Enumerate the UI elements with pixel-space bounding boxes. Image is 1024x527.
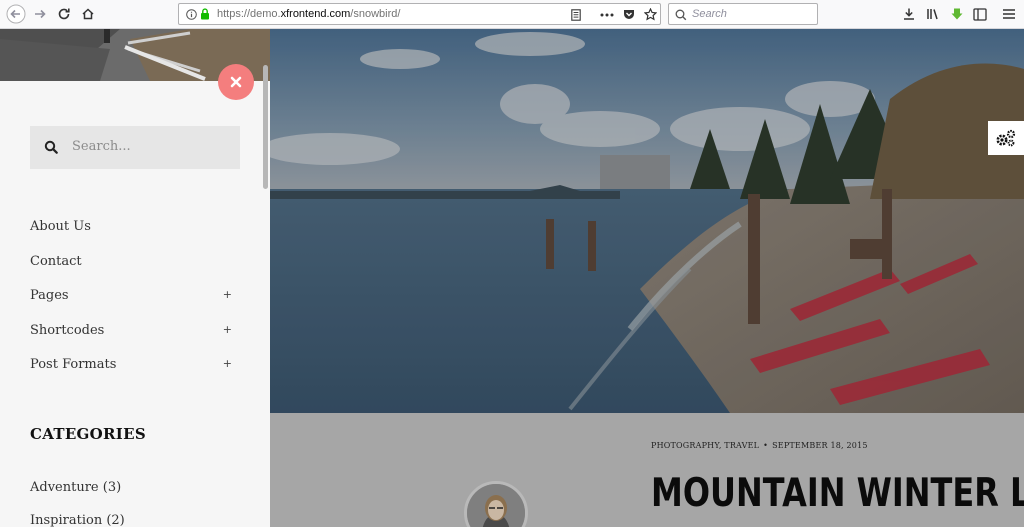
menu-item-post-formats[interactable]: Post Formats +	[30, 355, 240, 390]
home-icon	[82, 8, 94, 20]
reload-icon	[58, 8, 70, 20]
reader-view-icon[interactable]	[571, 9, 581, 21]
menu-item-pages[interactable]: Pages +	[30, 286, 240, 321]
menu-item-shortcodes[interactable]: Shortcodes +	[30, 321, 240, 356]
back-arrow-icon	[6, 4, 26, 24]
sidebar-search-input[interactable]: Search...	[30, 126, 240, 169]
home-button[interactable]	[77, 3, 99, 25]
expand-icon[interactable]: +	[223, 323, 232, 336]
category-item-inspiration[interactable]: Inspiration (2)	[30, 513, 125, 527]
expand-icon[interactable]: +	[223, 357, 232, 370]
library-icon	[927, 9, 938, 20]
category-item-adventure[interactable]: Adventure (3)	[30, 480, 125, 513]
web-page: PHOTOGRAPHY, TRAVEL • SEPTEMBER 18, 2015 M…	[0, 29, 1024, 527]
browser-search-bar[interactable]: Search	[668, 3, 818, 25]
reload-button[interactable]	[53, 3, 75, 25]
menu-item-label[interactable]: Shortcodes	[30, 323, 104, 338]
addon-download-icon	[951, 8, 963, 20]
sidebar-toggle-button[interactable]	[969, 3, 991, 25]
menu-item-label[interactable]: About Us	[30, 219, 91, 234]
page-actions-icon[interactable]	[600, 13, 614, 17]
author-avatar[interactable]	[464, 481, 528, 527]
menu-item-contact[interactable]: Contact	[30, 252, 240, 287]
browser-toolbar: https://demo.xfrontend.com/snowbird/ Sea…	[0, 0, 1024, 29]
info-icon	[186, 9, 197, 20]
lock-icon	[201, 8, 209, 20]
search-icon	[44, 140, 58, 154]
forward-arrow-icon	[35, 9, 46, 19]
menu-button[interactable]	[998, 3, 1020, 25]
hamburger-menu-icon	[1003, 9, 1015, 19]
forward-button[interactable]	[29, 3, 51, 25]
close-icon	[230, 76, 242, 88]
menu-item-label[interactable]: Contact	[30, 254, 82, 269]
url-domain: xfrontend.com	[280, 8, 351, 20]
pocket-icon[interactable]	[623, 9, 635, 20]
url-prefix: https://demo.	[217, 8, 281, 20]
menu-item-label[interactable]: Post Formats	[30, 357, 116, 372]
beach-photo	[270, 29, 1024, 413]
post-date[interactable]: SEPTEMBER 18, 2015	[772, 441, 868, 450]
expand-icon[interactable]: +	[223, 288, 232, 301]
hero-image	[270, 29, 1024, 413]
search-icon	[675, 9, 687, 21]
sidebar-scrollbar[interactable]	[263, 65, 268, 189]
offcanvas-sidebar: Search... About Us Contact Pages + Shortc…	[0, 29, 270, 527]
addon-button[interactable]	[946, 3, 968, 25]
categories-heading: CATEGORIES	[30, 425, 146, 443]
address-bar[interactable]: https://demo.xfrontend.com/snowbird/	[178, 3, 661, 25]
post-meta: PHOTOGRAPHY, TRAVEL • SEPTEMBER 18, 2015	[651, 441, 868, 450]
gears-icon	[996, 129, 1016, 147]
post-categories[interactable]: PHOTOGRAPHY, TRAVEL	[651, 441, 759, 450]
close-sidebar-button[interactable]	[218, 64, 254, 100]
meta-separator: •	[763, 441, 769, 450]
browser-search-placeholder: Search	[692, 8, 727, 20]
bookmark-star-icon[interactable]	[644, 8, 657, 21]
library-button[interactable]	[922, 3, 944, 25]
post-title[interactable]: MOUNTAIN WINTER LAND	[651, 471, 1024, 516]
categories-list: Adventure (3) Inspiration (2)	[30, 480, 125, 527]
sidebar-search-placeholder: Search...	[72, 139, 131, 154]
back-button[interactable]	[5, 3, 27, 25]
downloads-button[interactable]	[898, 3, 920, 25]
url-text: https://demo.xfrontend.com/snowbird/	[217, 8, 400, 20]
post-content-area: PHOTOGRAPHY, TRAVEL • SEPTEMBER 18, 2015 M…	[270, 413, 1024, 527]
download-icon	[904, 8, 914, 20]
sidebar-menu: About Us Contact Pages + Shortcodes + Post…	[30, 217, 240, 390]
style-switcher-tab[interactable]	[988, 121, 1024, 155]
menu-item-label[interactable]: Pages	[30, 288, 69, 303]
menu-item-about-us[interactable]: About Us	[30, 217, 240, 252]
avatar-photo	[467, 484, 525, 527]
url-path: /snowbird/	[350, 8, 401, 20]
sidebar-toggle-icon	[973, 7, 987, 21]
